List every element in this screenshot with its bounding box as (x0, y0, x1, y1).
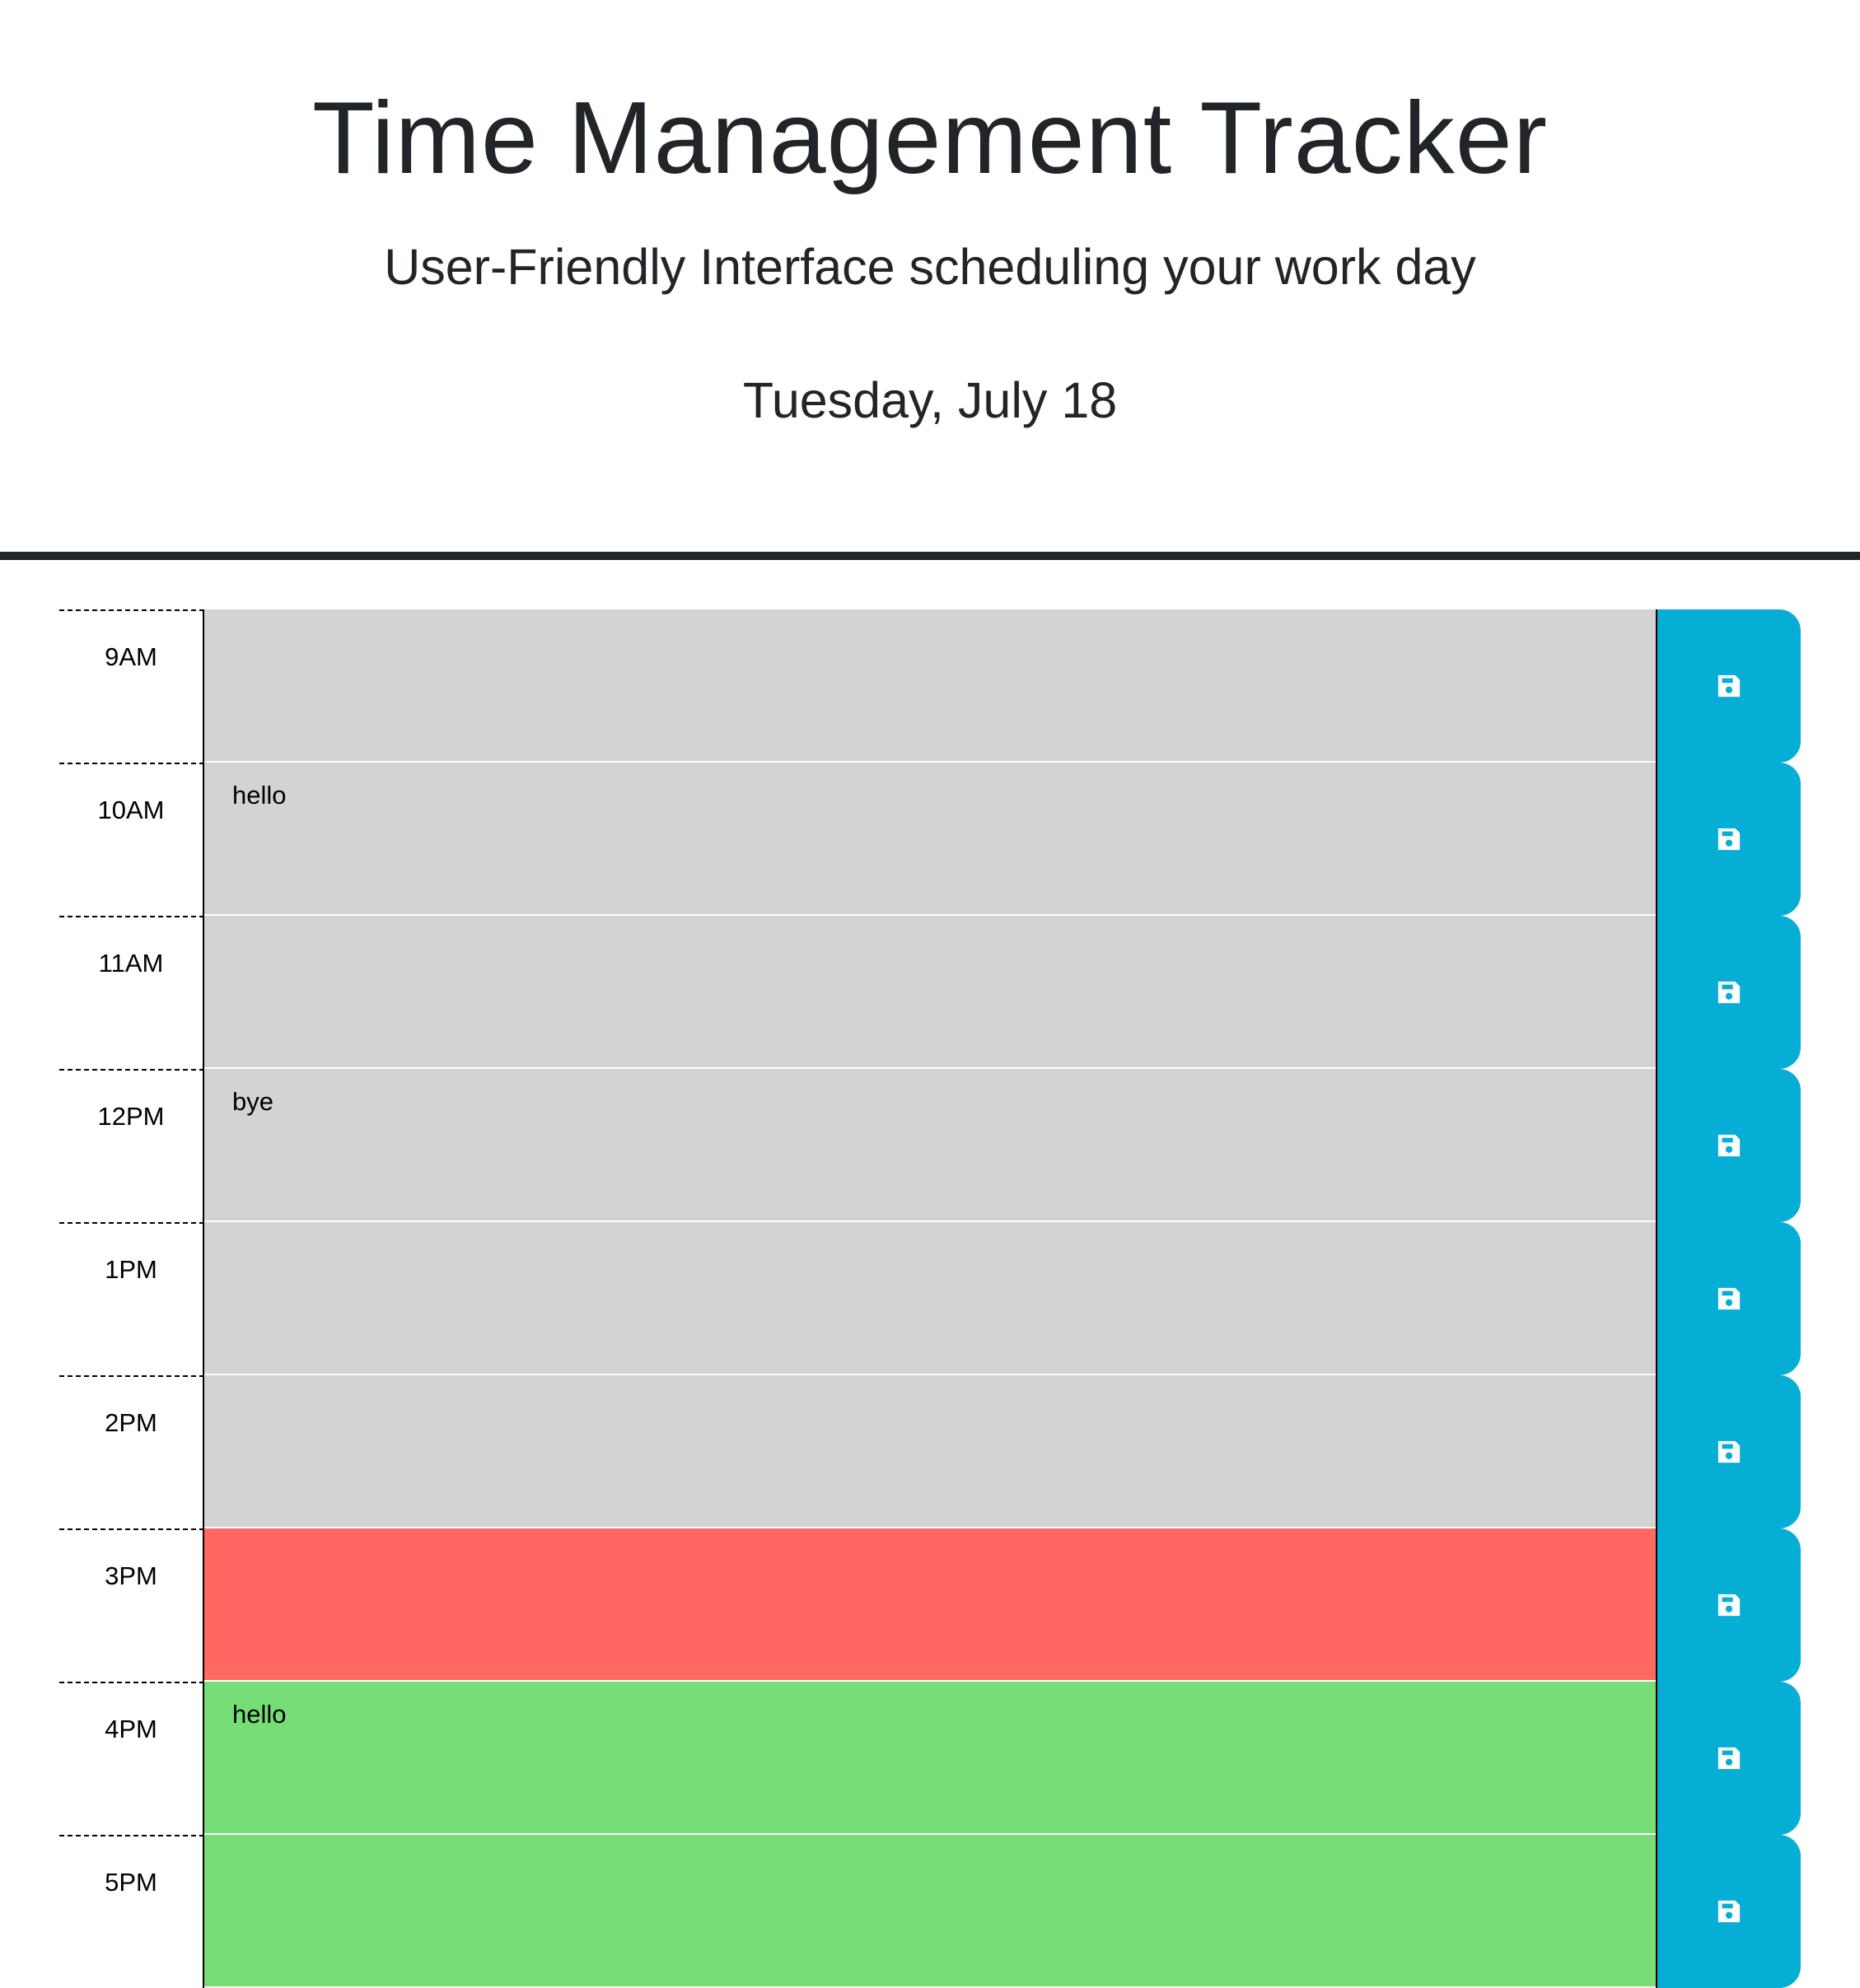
save-button-4pm[interactable] (1656, 1682, 1801, 1835)
hour-label: 3PM (59, 1528, 204, 1682)
hour-label: 1PM (59, 1222, 204, 1375)
description-input-3pm[interactable] (204, 1528, 1656, 1682)
description-input-10am[interactable]: hello (204, 763, 1656, 916)
description-input-5pm[interactable] (204, 1835, 1656, 1988)
save-icon (1717, 1440, 1741, 1463)
hour-label: 2PM (59, 1375, 204, 1528)
hour-label: 5PM (59, 1835, 204, 1988)
app-title: Time Management Tracker (311, 82, 1549, 195)
save-button-12pm[interactable] (1656, 1069, 1801, 1222)
description-input-11am[interactable] (204, 916, 1656, 1069)
save-button-9am[interactable] (1656, 609, 1801, 763)
time-block-2pm: 2PM (59, 1375, 1801, 1528)
time-block-12pm: 12PM bye (59, 1069, 1801, 1222)
description-input-1pm[interactable] (204, 1222, 1656, 1375)
current-date: Tuesday, July 18 (742, 372, 1118, 428)
save-icon (1717, 1594, 1741, 1617)
time-block-3pm: 3PM (59, 1528, 1801, 1682)
description-input-2pm[interactable] (204, 1375, 1656, 1528)
save-button-11am[interactable] (1656, 916, 1801, 1069)
app-subtitle: User-Friendly Interface scheduling your … (384, 239, 1476, 295)
description-input-12pm[interactable]: bye (204, 1069, 1656, 1222)
schedule: 9AM 10AM hello 11AM 12PM bye 1PM 2PM 3PM… (59, 609, 1801, 1988)
description-input-9am[interactable] (204, 609, 1656, 763)
save-button-10am[interactable] (1656, 763, 1801, 916)
time-block-11am: 11AM (59, 916, 1801, 1069)
save-icon (1717, 981, 1741, 1004)
save-button-5pm[interactable] (1656, 1835, 1801, 1988)
hour-label: 10AM (59, 763, 204, 916)
save-button-3pm[interactable] (1656, 1528, 1801, 1682)
time-block-1pm: 1PM (59, 1222, 1801, 1375)
save-icon (1717, 1900, 1741, 1923)
time-block-9am: 9AM (59, 609, 1801, 763)
save-icon (1717, 674, 1741, 698)
time-block-10am: 10AM hello (59, 763, 1801, 916)
save-button-1pm[interactable] (1656, 1222, 1801, 1375)
hour-label: 11AM (59, 916, 204, 1069)
hour-label: 4PM (59, 1682, 204, 1835)
save-icon (1717, 1287, 1741, 1310)
save-icon (1717, 828, 1741, 851)
time-block-4pm: 4PM hello (59, 1682, 1801, 1835)
hour-label: 12PM (59, 1069, 204, 1222)
save-icon (1717, 1747, 1741, 1770)
header: Time Management Tracker User-Friendly In… (0, 0, 1860, 560)
save-icon (1717, 1134, 1741, 1157)
save-button-2pm[interactable] (1656, 1375, 1801, 1528)
hour-label: 9AM (59, 609, 204, 763)
description-input-4pm[interactable]: hello (204, 1682, 1656, 1835)
time-block-5pm: 5PM (59, 1835, 1801, 1988)
